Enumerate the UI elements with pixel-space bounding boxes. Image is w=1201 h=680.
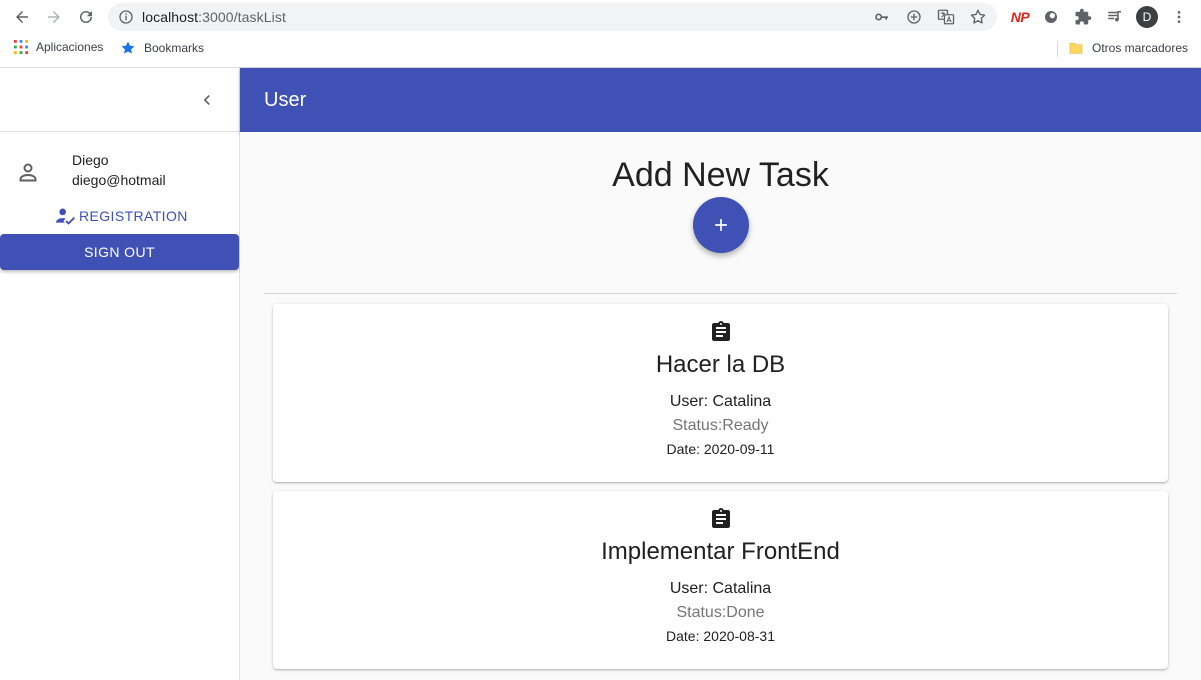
browser-toolbar: localhost:3000/taskList NP D bbox=[0, 0, 1201, 34]
task-date: Date: 2020-08-31 bbox=[666, 628, 775, 644]
clipboard-icon bbox=[709, 507, 733, 536]
bookmark-apps[interactable]: Aplicaciones bbox=[14, 40, 103, 54]
star-icon[interactable] bbox=[969, 8, 987, 26]
task-status: Status:Done bbox=[676, 604, 765, 621]
sidebar-drawer: Diego diego@hotmail REGISTRATION SIGN OU… bbox=[0, 68, 240, 680]
translate-icon[interactable] bbox=[937, 8, 955, 26]
task-card: Implementar FrontEnd User: Catalina Stat… bbox=[273, 491, 1168, 669]
apps-grid-icon bbox=[14, 40, 28, 54]
url-path: :3000/taskList bbox=[198, 9, 286, 25]
np-extension-icon[interactable]: NP bbox=[1009, 5, 1031, 29]
user-name: Diego bbox=[72, 152, 109, 168]
bookmark-bookmarks-label: Bookmarks bbox=[144, 41, 205, 55]
registration-label: REGISTRATION bbox=[79, 208, 188, 224]
plus-icon bbox=[715, 219, 727, 231]
key-icon[interactable] bbox=[873, 8, 891, 26]
task-title: Implementar FrontEnd bbox=[601, 538, 840, 565]
add-circle-icon[interactable] bbox=[905, 8, 923, 26]
folder-icon bbox=[1069, 43, 1083, 54]
task-date: Date: 2020-09-11 bbox=[666, 441, 775, 457]
profile-initial: D bbox=[1136, 6, 1158, 28]
site-info-icon[interactable] bbox=[118, 9, 134, 30]
sign-out-button[interactable]: SIGN OUT bbox=[0, 234, 239, 270]
task-card: Hacer la DB User: Catalina Status:Ready … bbox=[273, 304, 1168, 482]
registration-link[interactable]: REGISTRATION bbox=[55, 206, 188, 226]
bookmark-bookmarks[interactable]: Bookmarks bbox=[120, 40, 204, 56]
puzzle-icon[interactable] bbox=[1072, 5, 1094, 29]
person-icon bbox=[16, 160, 40, 189]
person-check-icon bbox=[56, 208, 75, 225]
address-bar[interactable]: localhost:3000/taskList bbox=[108, 3, 997, 31]
back-icon[interactable] bbox=[10, 5, 34, 29]
url-text: localhost:3000/taskList bbox=[142, 9, 286, 25]
bookmark-other-label: Otros marcadores bbox=[1092, 41, 1189, 55]
main-content: Add New Task Hacer la DB User: Catalina … bbox=[240, 132, 1201, 680]
chevron-left-icon[interactable] bbox=[195, 88, 219, 112]
extension-circle-icon[interactable] bbox=[1040, 5, 1062, 29]
bookmark-other[interactable]: Otros marcadores bbox=[1068, 40, 1188, 56]
app-bar: User bbox=[240, 68, 1201, 132]
clipboard-icon bbox=[709, 320, 733, 349]
add-task-heading: Add New Task bbox=[612, 156, 829, 194]
profile-avatar[interactable]: D bbox=[1136, 5, 1158, 29]
reload-icon[interactable] bbox=[74, 5, 98, 29]
bookmarks-separator bbox=[1057, 41, 1058, 57]
user-info: Diego diego@hotmail bbox=[0, 150, 239, 194]
more-vert-icon[interactable] bbox=[1168, 5, 1190, 29]
app-bar-title: User bbox=[264, 89, 307, 111]
task-user: User: Catalina bbox=[669, 393, 772, 410]
add-task-button[interactable] bbox=[693, 197, 749, 253]
user-email: diego@hotmail bbox=[72, 172, 166, 188]
url-host: localhost bbox=[142, 9, 199, 25]
bookmarks-bar: Aplicaciones Bookmarks Otros marcadores bbox=[0, 34, 1201, 62]
np-extension-label: NP bbox=[1010, 9, 1030, 25]
task-status: Status:Ready bbox=[672, 417, 769, 434]
bookmark-star-icon bbox=[121, 41, 135, 54]
forward-icon[interactable] bbox=[42, 5, 66, 29]
sidebar-header bbox=[0, 68, 239, 132]
bookmark-apps-label: Aplicaciones bbox=[36, 40, 104, 54]
task-title: Hacer la DB bbox=[655, 351, 786, 378]
task-user: User: Catalina bbox=[669, 580, 772, 597]
section-divider bbox=[264, 293, 1177, 294]
media-list-icon[interactable] bbox=[1104, 5, 1126, 29]
